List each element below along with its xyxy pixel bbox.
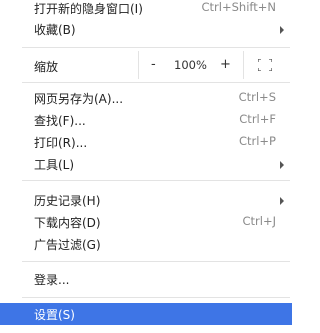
menu-item-label: 收藏(B) [34,23,76,37]
fullscreen-icon[interactable] [258,59,272,71]
menu-item-login[interactable]: 登录... [0,268,284,290]
menu-item-label: 下载内容(D) [34,216,101,230]
zoom-level: 100% [174,58,207,72]
zoom-in-button[interactable]: + [220,57,231,72]
menu-item-shortcut: Ctrl+S [238,90,276,104]
menu-separator [22,47,290,48]
menu-separator [22,82,290,83]
menu-item-history[interactable]: 历史记录(H) [0,189,284,211]
menu-item-shortcut: Ctrl+P [238,134,276,148]
submenu-arrow-icon [280,161,284,169]
menu-item-shortcut: Ctrl+Shift+N [201,0,276,14]
menu-item-label: 网页另存为(A)... [34,92,124,106]
menu-item-label: 登录... [34,273,70,287]
menu-item-shortcut: Ctrl+J [242,214,277,228]
menu-item-label: 历史记录(H) [34,194,101,208]
menu-item-downloads[interactable]: 下载内容(D) Ctrl+J [0,211,284,233]
zoom-label: 缩放 [34,60,59,74]
menu-item-label: 工具(L) [34,158,75,172]
zoom-row: 缩放 - 100% + [0,51,292,79]
menu-separator [22,297,290,298]
zoom-divider [138,51,139,79]
menu-item-find[interactable]: 查找(F)... Ctrl+F [0,109,284,131]
zoom-divider [243,51,244,79]
menu-separator [22,261,290,262]
menu-item-label: 打开新的隐身窗口(I) [34,2,143,16]
menu-item-print[interactable]: 打印(R)... Ctrl+P [0,131,284,153]
menu-item-settings[interactable]: 设置(S) [0,303,292,325]
menu-separator [22,180,290,181]
menu-item-label: 查找(F)... [34,114,86,128]
menu-item-tools[interactable]: 工具(L) [0,153,284,175]
menu-item-label: 设置(S) [34,308,75,322]
menu-item-new-incognito-window[interactable]: 打开新的隐身窗口(I) Ctrl+Shift+N [0,0,284,19]
menu-item-ad-filter[interactable]: 广告过滤(G) [0,233,284,255]
submenu-arrow-icon [280,26,284,34]
menu-item-label: 打印(R)... [34,136,88,150]
browser-main-menu: 打开新的隐身窗口(I) Ctrl+Shift+N 收藏(B) 缩放 - 100%… [0,0,292,333]
menu-item-label: 广告过滤(G) [34,238,101,252]
menu-item-bookmarks[interactable]: 收藏(B) [0,18,284,40]
submenu-arrow-icon [280,197,284,205]
zoom-out-button[interactable]: - [151,57,156,72]
menu-item-save-page-as[interactable]: 网页另存为(A)... Ctrl+S [0,87,284,109]
menu-item-shortcut: Ctrl+F [239,112,276,126]
